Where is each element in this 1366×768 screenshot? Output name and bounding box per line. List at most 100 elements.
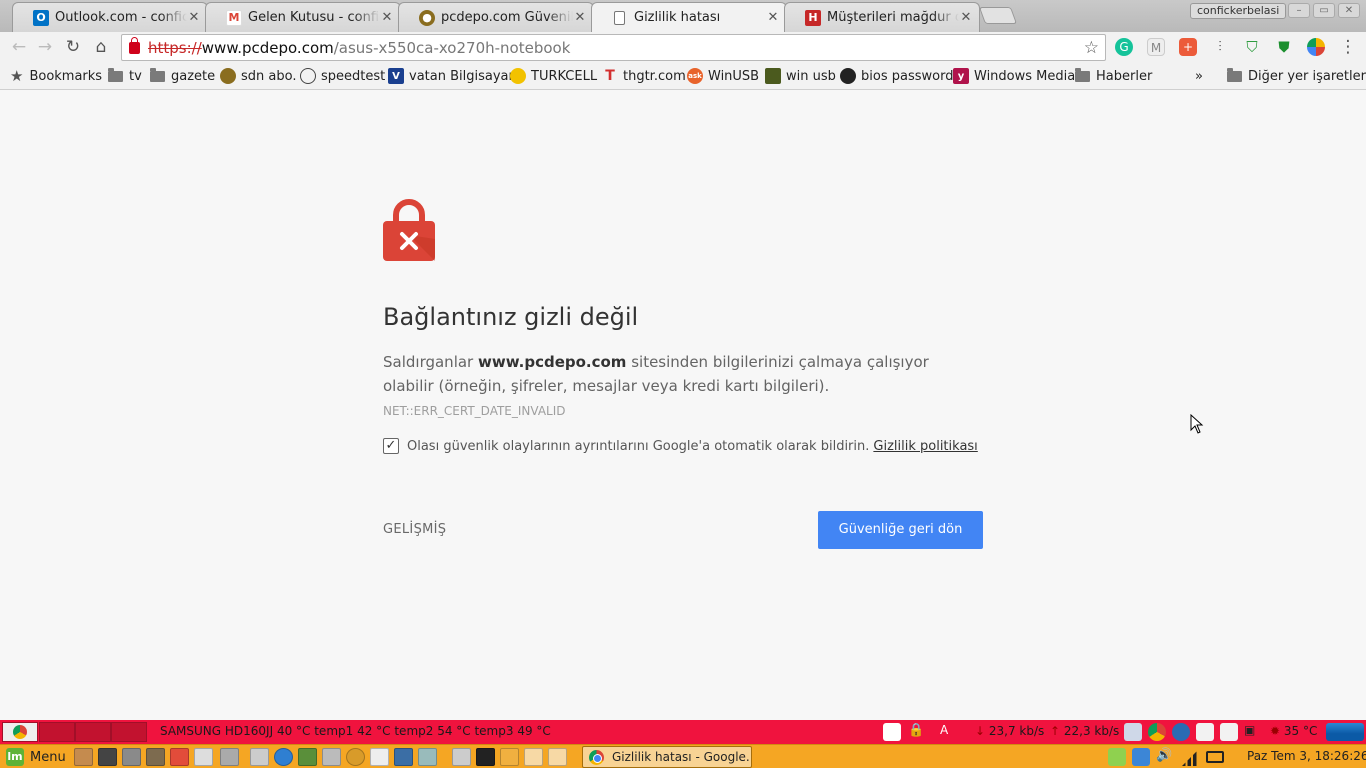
page-icon [614, 10, 625, 25]
new-tab-button[interactable] [978, 7, 1018, 24]
mail-icon-2[interactable] [1220, 723, 1238, 741]
bookmark-bios-password[interactable]: bios password [840, 66, 953, 86]
network-activity-icon[interactable]: A [940, 723, 958, 741]
green-shield-icon[interactable]: ⛊ [1275, 38, 1293, 56]
shield-icon[interactable]: ⛉ [1243, 38, 1261, 56]
address-bar[interactable]: https:// www.pcdepo.com /asus-x550ca-xo2… [121, 34, 1106, 61]
terminal-icon[interactable] [476, 748, 495, 766]
bookmark-thgtr[interactable]: T thgtr.com [602, 66, 686, 86]
volume-icon[interactable]: 🔊 [1156, 748, 1174, 766]
back-button[interactable]: ← [9, 37, 29, 57]
mixer-icon[interactable] [122, 748, 141, 766]
video-player-icon[interactable] [98, 748, 117, 766]
close-icon[interactable]: ✕ [187, 10, 201, 25]
advanced-button[interactable]: GELİŞMİŞ [383, 522, 446, 537]
bookmark-winusb[interactable]: ask WinUSB [687, 66, 759, 86]
lock-broken-icon[interactable] [129, 36, 140, 54]
workspace-4[interactable] [111, 722, 147, 742]
menu-icon[interactable]: ⋮ [1338, 37, 1358, 57]
mouse-cursor-icon [1190, 414, 1204, 434]
tray-icon-2[interactable] [1132, 748, 1150, 766]
launcher-icon-4[interactable] [146, 748, 165, 766]
launcher-icon-20[interactable] [548, 748, 567, 766]
phone-icon[interactable] [346, 748, 365, 766]
forward-button[interactable]: → [35, 37, 55, 57]
firefox-icon[interactable] [1172, 723, 1190, 741]
mail-icon[interactable] [1196, 723, 1214, 741]
launcher-icon-6[interactable] [194, 748, 213, 766]
text-editor-icon[interactable] [370, 748, 389, 766]
home-button[interactable]: ⌂ [91, 37, 111, 57]
bookmark-folder-tv[interactable]: tv [108, 66, 142, 86]
clock[interactable]: Paz Tem 3, 18:26:26 [1247, 749, 1366, 763]
taskbar-window-chrome[interactable]: Gizlilik hatası - Google... [582, 746, 752, 768]
launcher-icon-7[interactable] [220, 748, 239, 766]
save-icon[interactable]: ▣ [1244, 723, 1262, 741]
plus-icon[interactable]: + [1179, 38, 1197, 56]
launcher-icon-18[interactable] [500, 748, 519, 766]
bookmark-folder-haberler[interactable]: Haberler [1075, 66, 1152, 86]
extensions-badge-icon[interactable] [1307, 38, 1325, 56]
back-to-safety-button[interactable]: Güvenliğe geri dön [818, 511, 983, 549]
calculator-icon[interactable] [250, 748, 269, 766]
launcher-icon-11[interactable] [322, 748, 341, 766]
bookmark-sdn[interactable]: sdn abo. [220, 66, 296, 86]
close-icon[interactable]: ✕ [959, 10, 973, 25]
bios-icon [840, 68, 856, 84]
close-window-button[interactable]: ✕ [1338, 3, 1360, 18]
shield-check-icon[interactable] [1108, 748, 1126, 766]
folder-icon [1075, 67, 1090, 82]
equalizer-icon[interactable]: ⫶ [1211, 38, 1229, 56]
bookmark-turkcell[interactable]: TURKCELL [510, 66, 597, 86]
bookmark-win-usb[interactable]: win usb [765, 66, 836, 86]
reload-button[interactable]: ↻ [63, 37, 83, 57]
battery-icon[interactable] [1206, 751, 1224, 763]
workspace-3[interactable] [75, 722, 111, 742]
launcher-icon-10[interactable] [298, 748, 317, 766]
launcher-icon-5[interactable] [170, 748, 189, 766]
window-icon[interactable] [1124, 723, 1142, 741]
signal-icon[interactable] [1182, 748, 1200, 766]
tab-pcdepo[interactable]: ● pcdepo.com Güvenilir M ✕ [398, 2, 594, 32]
launcher-icon-19[interactable] [524, 748, 543, 766]
close-icon[interactable]: ✕ [380, 10, 394, 25]
privacy-policy-link[interactable]: Gizlilik politikası [873, 439, 977, 454]
bookmark-vatan[interactable]: V vatan Bilgisayar [388, 66, 514, 86]
bookmarks-overflow-button[interactable]: » [1195, 66, 1203, 86]
report-checkbox[interactable]: ✓ [383, 438, 399, 454]
close-icon[interactable]: ✕ [573, 10, 587, 25]
tab-gmail[interactable]: M Gelen Kutusu - conficker ✕ [205, 2, 401, 32]
star-icon[interactable]: ☆ [1084, 38, 1099, 58]
globe-icon[interactable] [274, 748, 293, 766]
launcher-icon-15[interactable] [418, 748, 437, 766]
tab-strip: O Outlook.com - conficker ✕ M Gelen Kutu… [0, 0, 1366, 32]
bookmark-speedtest[interactable]: speedtest [300, 66, 385, 86]
bookmark-folder-gazete[interactable]: gazete [150, 66, 215, 86]
workspace-2[interactable] [39, 722, 75, 742]
chrome-icon[interactable] [1148, 723, 1166, 741]
close-icon[interactable]: ✕ [766, 10, 780, 25]
launcher-icon-14[interactable] [394, 748, 413, 766]
other-bookmarks-folder[interactable]: Diğer yer işaretleri [1227, 66, 1366, 86]
maximize-button[interactable]: ▭ [1313, 3, 1335, 18]
error-code[interactable]: NET::ERR_CERT_DATE_INVALID [383, 404, 566, 418]
tab-outlook[interactable]: O Outlook.com - conficker ✕ [12, 2, 208, 32]
task-title: Gizlilik hatası - Google... [612, 750, 752, 764]
bookmark-windows-media[interactable]: y Windows Media [953, 66, 1075, 86]
mail-checker-icon[interactable]: M [1147, 38, 1165, 56]
tab-customers[interactable]: H Müşterileri mağdur olar ✕ [784, 2, 980, 32]
bookmark-bookmarks[interactable]: ★ Bookmarks [10, 66, 102, 86]
lock-error-icon [383, 199, 435, 261]
minimize-button[interactable]: – [1288, 3, 1310, 18]
grammarly-icon[interactable]: G [1115, 38, 1133, 56]
clipboard-icon[interactable] [883, 723, 901, 741]
lock-icon[interactable]: 🔒 [908, 723, 926, 741]
show-desktop-icon[interactable] [452, 748, 471, 766]
start-menu-button[interactable]: lm Menu [6, 747, 66, 767]
launcher-icon-1[interactable] [74, 748, 93, 766]
profile-button[interactable]: confickerbelasi [1190, 3, 1287, 19]
bookmark-label: vatan Bilgisayar [409, 68, 514, 84]
url-path: /asus-x550ca-xo270h-notebook [333, 38, 571, 57]
tab-privacy-error[interactable]: Gizlilik hatası ✕ [591, 2, 787, 32]
chrome-launcher-icon[interactable] [2, 722, 38, 742]
